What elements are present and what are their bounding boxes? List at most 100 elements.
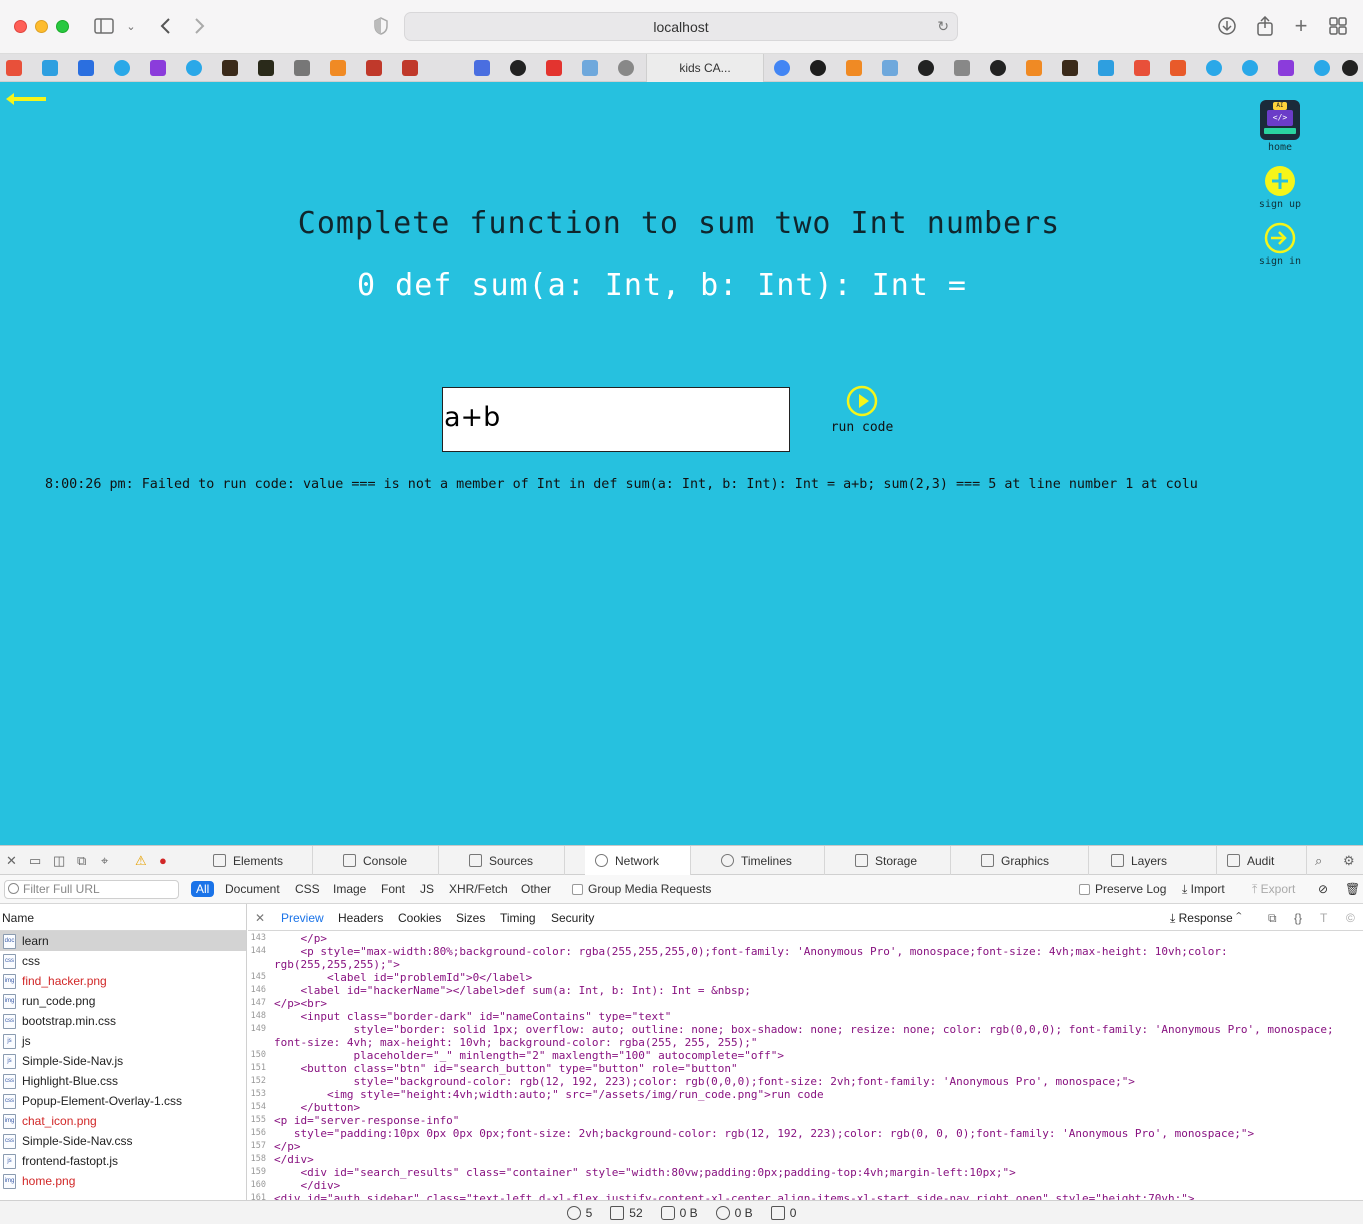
tab-favicon-icon[interactable] (366, 60, 382, 76)
tab-favicon-icon[interactable] (1206, 60, 1222, 76)
dock-side-icon[interactable]: ◫ (53, 853, 65, 869)
tab-favicon-icon[interactable] (42, 60, 58, 76)
tab-network[interactable]: Network (585, 846, 691, 875)
filter-url-input[interactable]: Filter Full URL (4, 880, 179, 899)
resource-row[interactable]: js frontend-fastopt.js (0, 1151, 246, 1171)
resource-row[interactable]: doc learn (0, 931, 246, 951)
reload-icon[interactable]: ↻ (937, 18, 949, 35)
tab-favicon-icon[interactable] (258, 60, 274, 76)
tab-storage[interactable]: Storage (845, 846, 951, 875)
privacy-shield-icon[interactable] (371, 14, 391, 38)
tab-favicon-icon[interactable] (294, 60, 310, 76)
format-braces-icon[interactable]: {} (1294, 911, 1302, 925)
address-bar[interactable]: localhost ↻ (404, 12, 958, 41)
tab-favicon-icon[interactable] (546, 60, 562, 76)
close-window-button[interactable] (14, 20, 27, 33)
filter-other[interactable]: Other (521, 882, 551, 896)
close-detail-icon[interactable]: ✕ (255, 911, 265, 925)
tab-favicon-icon[interactable] (1278, 60, 1294, 76)
back-nav-icon[interactable] (155, 14, 175, 38)
resource-row[interactable]: css Popup-Element-Overlay-1.css (0, 1091, 246, 1111)
resource-row[interactable]: css css (0, 951, 246, 971)
home-nav-item[interactable]: AI </> home (1260, 100, 1300, 153)
preserve-log-checkbox[interactable]: Preserve Log (1079, 882, 1166, 896)
tab-favicon-icon[interactable] (582, 60, 598, 76)
export-button[interactable]: ⤒ Export (1252, 882, 1295, 897)
name-column-header[interactable]: Name (0, 904, 246, 931)
tab-favicon-icon[interactable] (222, 60, 238, 76)
rendered-view-icon[interactable]: © (1346, 911, 1355, 925)
tab-favicon-icon[interactable] (150, 60, 166, 76)
tab-favicon-icon[interactable] (78, 60, 94, 76)
resource-row[interactable]: js Simple-Side-Nav.js (0, 1051, 246, 1071)
github-icon[interactable] (918, 60, 934, 76)
error-icon[interactable]: ● (159, 853, 167, 868)
dock-bottom-icon[interactable]: ▭ (29, 853, 41, 869)
google-icon[interactable] (774, 60, 790, 76)
tab-favicon-icon[interactable] (330, 60, 346, 76)
apple-icon[interactable] (618, 60, 634, 76)
tab-elements[interactable]: Elements (203, 846, 313, 875)
close-inspector-icon[interactable]: ✕ (6, 853, 17, 869)
tab-favicon-icon[interactable] (402, 60, 418, 76)
downloads-icon[interactable] (1216, 14, 1238, 38)
detail-tab-timing[interactable]: Timing (500, 911, 536, 925)
tab-active[interactable]: kids CA... (646, 54, 764, 82)
minimize-window-button[interactable] (35, 20, 48, 33)
filter-js[interactable]: JS (420, 882, 434, 896)
tab-favicon-icon[interactable] (1314, 60, 1330, 76)
resource-row[interactable]: js js (0, 1031, 246, 1051)
resource-row[interactable]: css Highlight-Blue.css (0, 1071, 246, 1091)
tab-favicon-icon[interactable] (1170, 60, 1186, 76)
tab-layers[interactable]: Layers (1101, 846, 1217, 875)
resource-row[interactable]: css Simple-Side-Nav.css (0, 1131, 246, 1151)
tab-favicon-icon[interactable] (882, 60, 898, 76)
tab-favicon-icon[interactable] (1242, 60, 1258, 76)
detail-tab-security[interactable]: Security (551, 911, 594, 925)
detail-tab-headers[interactable]: Headers (338, 911, 383, 925)
detail-tab-cookies[interactable]: Cookies (398, 911, 441, 925)
run-code-button[interactable]: run code (826, 385, 898, 435)
resource-row[interactable]: css bootstrap.min.css (0, 1011, 246, 1031)
filter-document[interactable]: Document (225, 882, 280, 896)
tab-favicon-icon[interactable] (1134, 60, 1150, 76)
new-tab-icon[interactable]: + (1290, 13, 1312, 38)
gear-icon[interactable]: ⚙ (1343, 853, 1355, 869)
github-icon[interactable] (990, 60, 1006, 76)
tab-timelines[interactable]: Timelines (711, 846, 825, 875)
resource-row[interactable]: img chat_icon.png (0, 1111, 246, 1131)
filter-image[interactable]: Image (333, 882, 366, 896)
tab-sources[interactable]: Sources (459, 846, 565, 875)
tab-audit[interactable]: Audit (1217, 846, 1307, 875)
group-media-checkbox[interactable]: Group Media Requests (572, 882, 711, 896)
filter-css[interactable]: CSS (295, 882, 320, 896)
tab-favicon-icon[interactable] (846, 60, 862, 76)
warning-icon[interactable]: ⚠ (135, 853, 147, 869)
clear-log-icon[interactable]: 🗑 (1345, 882, 1360, 896)
tab-favicon-icon[interactable] (810, 60, 826, 76)
tab-favicon-icon[interactable] (1098, 60, 1114, 76)
back-arrow-icon[interactable] (6, 90, 48, 109)
share-icon[interactable] (1254, 14, 1276, 38)
tab-favicon-icon[interactable] (6, 60, 22, 76)
signup-nav-item[interactable]: sign up (1259, 165, 1301, 210)
code-input-field[interactable]: a+b (442, 387, 790, 452)
detach-window-icon[interactable]: ⧉ (77, 853, 86, 869)
github-icon[interactable] (1342, 60, 1358, 76)
tab-console[interactable]: Console (333, 846, 439, 875)
element-picker-icon[interactable]: ⌖ (101, 853, 108, 869)
sidebar-toggle-icon[interactable] (93, 14, 115, 38)
search-icon[interactable]: ⌕ (1315, 853, 1322, 869)
chevron-down-icon[interactable]: ⌄ (124, 14, 138, 38)
tab-favicon-icon[interactable] (114, 60, 130, 76)
import-button[interactable]: ⤓ Import (1182, 882, 1225, 897)
resource-row[interactable]: img run_code.png (0, 991, 246, 1011)
tab-favicon-icon[interactable] (1062, 60, 1078, 76)
copy-icon[interactable]: ⧉ (1268, 911, 1277, 926)
tab-graphics[interactable]: Graphics (971, 846, 1089, 875)
response-selector[interactable]: ⤓ Response ⌃ (1170, 911, 1242, 926)
tab-favicon-icon[interactable] (474, 60, 490, 76)
filter-xhr[interactable]: XHR/Fetch (449, 882, 508, 896)
disable-cache-icon[interactable]: ⊘ (1318, 882, 1328, 896)
detail-tab-sizes[interactable]: Sizes (456, 911, 485, 925)
